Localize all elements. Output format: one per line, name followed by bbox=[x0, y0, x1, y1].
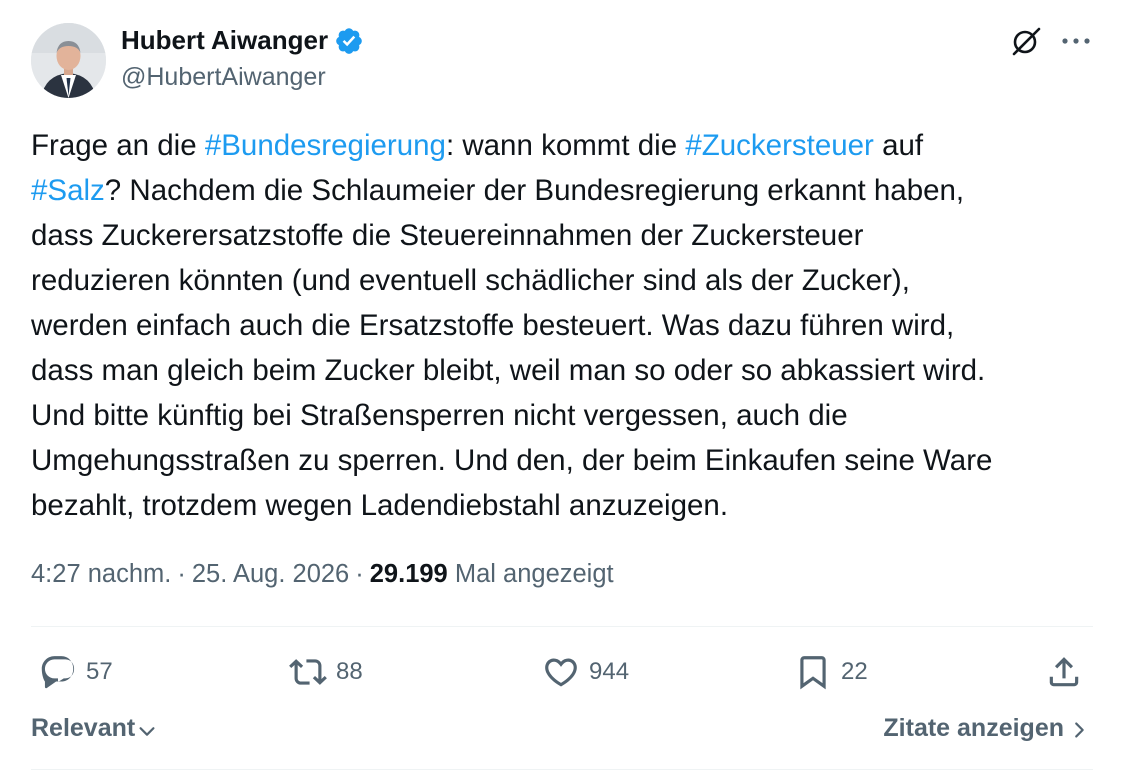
tweet-line: dass Zuckerersatzstoffe die Steuereinnah… bbox=[31, 213, 1111, 258]
tweet-line: Umgehungsstraßen zu sperren. Und den, de… bbox=[31, 438, 1111, 483]
tweet-line: reduzieren könnten (und eventuell schädl… bbox=[31, 258, 1111, 303]
tweet-text-segment: Frage an die bbox=[31, 129, 205, 162]
reply-button[interactable]: 57 bbox=[39, 652, 113, 692]
tweet-text-segment: dass man gleich beim Zucker bleibt, weil… bbox=[31, 354, 986, 387]
author-row: Hubert Aiwanger bbox=[121, 25, 364, 56]
quotes-label: Zitate anzeigen bbox=[883, 714, 1064, 742]
avatar-image bbox=[31, 23, 106, 98]
tweet-text-segment: dass Zuckerersatzstoffe die Steuereinnah… bbox=[31, 219, 864, 252]
tweet-text-segment: Und bitte künftig bei Straßensperren nic… bbox=[31, 399, 848, 432]
divider bbox=[31, 626, 1093, 627]
chevron-right-icon bbox=[1075, 722, 1084, 738]
repost-icon bbox=[289, 659, 327, 685]
tweet-line: Frage an die #Bundesregierung: wann komm… bbox=[31, 123, 1111, 168]
tweet-text-segment: Umgehungsstraßen zu sperren. Und den, de… bbox=[31, 444, 993, 477]
bookmark-button[interactable]: 22 bbox=[794, 652, 868, 692]
views-count: 29.199 bbox=[369, 560, 448, 588]
tweet-text-segment: werden einfach auch die Ersatzstoffe bes… bbox=[31, 309, 955, 342]
tweet-time[interactable]: 4:27 nachm. bbox=[31, 560, 171, 588]
hashtag-link[interactable]: #Zuckersteuer bbox=[685, 129, 874, 162]
avatar[interactable] bbox=[31, 23, 106, 98]
tweet-text-segment: ? Nachdem die Schlaumeier der Bundesregi… bbox=[104, 174, 965, 207]
share-icon bbox=[1049, 657, 1079, 687]
sort-relevant-dropdown[interactable]: Relevant bbox=[31, 714, 158, 743]
repost-button[interactable]: 88 bbox=[289, 652, 363, 692]
more-icon[interactable] bbox=[1058, 26, 1094, 56]
tweet-text-segment: reduzieren könnten (und eventuell schädl… bbox=[31, 264, 910, 297]
like-button[interactable]: 944 bbox=[542, 652, 629, 692]
chevron-down-icon bbox=[139, 726, 155, 736]
like-icon bbox=[545, 658, 577, 687]
author-handle[interactable]: @HubertAiwanger bbox=[121, 63, 326, 92]
tweet-text-segment: bezahlt, trotzdem wegen Ladendiebstahl a… bbox=[31, 489, 729, 522]
author-name[interactable]: Hubert Aiwanger bbox=[121, 25, 328, 56]
bookmark-count: 22 bbox=[841, 658, 868, 685]
meta-separator: · bbox=[355, 560, 364, 588]
tweet-line: Und bitte künftig bei Straßensperren nic… bbox=[31, 393, 1111, 438]
sort-label: Relevant bbox=[31, 714, 136, 742]
meta-separator: · bbox=[177, 560, 186, 588]
views-label: Mal angezeigt bbox=[454, 560, 614, 588]
verified-badge-icon[interactable] bbox=[334, 26, 364, 56]
bookmark-icon bbox=[800, 656, 826, 690]
reply-icon bbox=[41, 656, 75, 689]
tweet-date[interactable]: 25. Aug. 2026 bbox=[192, 560, 349, 588]
like-count: 944 bbox=[589, 658, 630, 685]
tweet-line: werden einfach auch die Ersatzstoffe bes… bbox=[31, 303, 1111, 348]
hashtag-link[interactable]: #Salz bbox=[31, 174, 105, 207]
tweet-meta: 4:27 nachm. · 25. Aug. 2026 · 29.199 Mal ang… bbox=[31, 560, 614, 589]
repost-count: 88 bbox=[336, 658, 363, 685]
tweet-line: bezahlt, trotzdem wegen Ladendiebstahl a… bbox=[31, 483, 1111, 528]
tweet-text: Frage an die #Bundesregierung: wann komm… bbox=[31, 123, 1111, 528]
tweet-text-segment: : wann kommt die bbox=[445, 129, 686, 162]
tweet-line: dass man gleich beim Zucker bleibt, weil… bbox=[31, 348, 1111, 393]
grok-icon[interactable] bbox=[1008, 23, 1044, 59]
hashtag-link[interactable]: #Bundesregierung bbox=[205, 129, 446, 162]
view-quotes-link[interactable]: Zitate anzeigen bbox=[883, 714, 1090, 743]
share-button[interactable] bbox=[1045, 652, 1083, 692]
tweet-line: #Salz? Nachdem die Schlaumeier der Bunde… bbox=[31, 168, 1111, 213]
tweet-text-segment: auf bbox=[873, 129, 924, 162]
reply-count: 57 bbox=[86, 658, 113, 685]
